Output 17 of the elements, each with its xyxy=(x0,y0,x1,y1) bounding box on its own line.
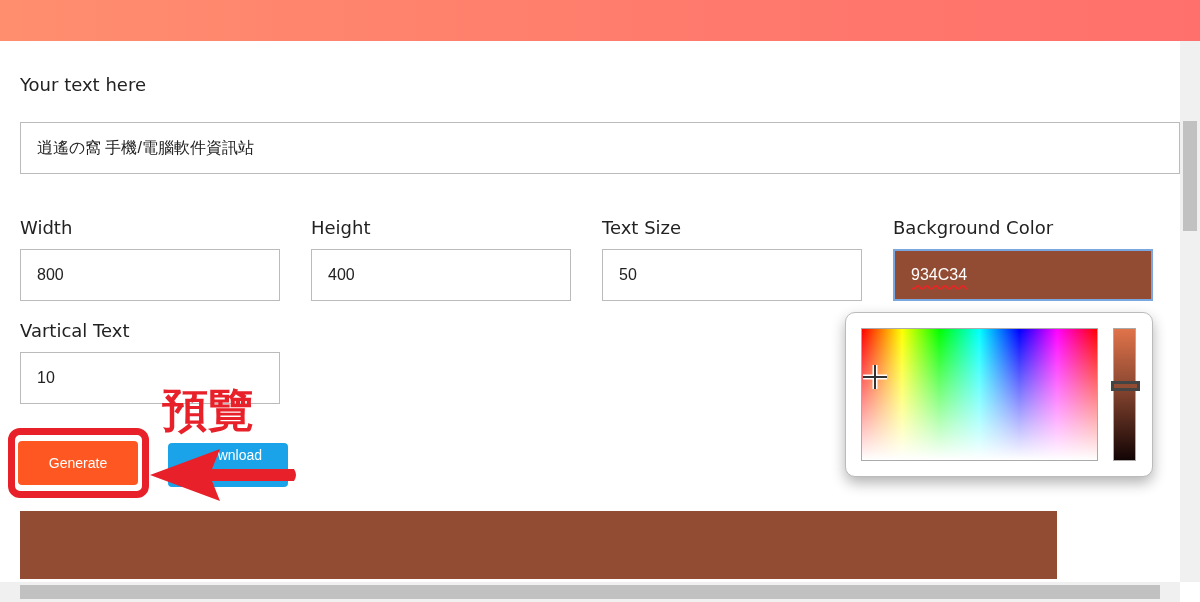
field-label: Height xyxy=(311,216,372,240)
color-spectrum[interactable] xyxy=(861,328,1098,461)
slider-thumb[interactable] xyxy=(1111,381,1140,392)
field-label: Text Size xyxy=(602,216,683,240)
input-field[interactable]: 934C34 xyxy=(893,249,1153,301)
field-label: Vartical Text xyxy=(20,319,131,343)
horizontal-scrollbar[interactable] xyxy=(0,582,1180,602)
field-label: Width xyxy=(20,216,74,240)
field-label: Your text here xyxy=(20,73,147,97)
crosshair-icon[interactable] xyxy=(862,364,888,390)
field-label: Background Color xyxy=(893,216,1055,240)
arrow-icon xyxy=(150,447,298,503)
text-input-field[interactable]: 逍遙の窩 手機/電腦軟件資訊站 xyxy=(20,122,1180,174)
vertical-scrollbar[interactable] xyxy=(1180,41,1200,582)
input-field[interactable]: 400 xyxy=(311,249,571,301)
input-field[interactable]: 50 xyxy=(602,249,862,301)
input-field[interactable]: 800 xyxy=(20,249,280,301)
